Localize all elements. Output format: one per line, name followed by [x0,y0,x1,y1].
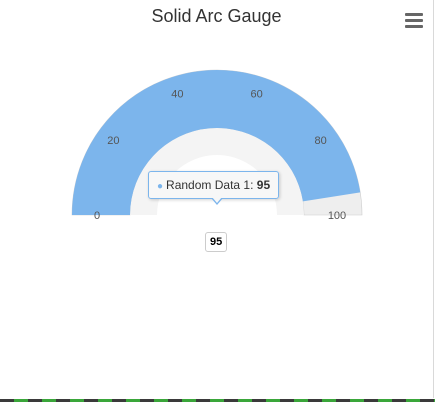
gauge-plot: 0 20 40 60 80 100 [71,69,363,222]
tick-label-100: 100 [328,210,346,222]
tick-label-80: 80 [314,135,326,147]
series-marker-icon: ● [157,181,164,192]
data-label: 95 [205,232,228,252]
chart-container: Solid Arc Gauge 0 20 40 60 80 100 ● Random Dat… [0,0,434,398]
tooltip-series-name: Random Data 1: [166,178,257,192]
tooltip-arrow [211,197,223,205]
tick-label-60: 60 [250,88,262,100]
tick-label-20: 20 [107,135,119,147]
tick-label-40: 40 [171,88,183,100]
tick-label-0: 0 [94,210,100,222]
tooltip-value: 95 [256,178,271,192]
tooltip: ● Random Data 1: 95 [148,171,280,205]
